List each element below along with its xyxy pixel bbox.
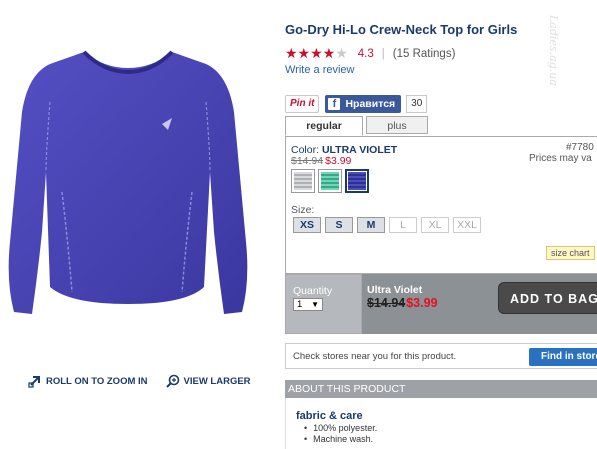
swatch-ultra-violet[interactable]: [345, 169, 369, 193]
quantity-box: Quantity 1 ▼: [285, 274, 362, 334]
prices-vary-note: Prices may va: [529, 153, 592, 164]
sku-number: #7780: [566, 142, 594, 153]
magnifier-plus-icon: [165, 374, 179, 388]
cart-price: $14.94$3.99: [367, 296, 438, 310]
cart-sale-price: $3.99: [406, 296, 438, 310]
facebook-icon: f: [328, 98, 341, 110]
product-image-area: ROLL ON TO ZOOM IN VIEW LARGER: [0, 0, 270, 388]
price-line: $14.94 $3.99: [291, 155, 351, 167]
social-buttons: Pin it f Нравится 30: [285, 95, 428, 113]
chevron-down-icon: ▼: [311, 300, 319, 309]
about-product-body: fabric & care 100% polyester. Machine wa…: [285, 398, 597, 449]
add-to-bag-button[interactable]: ADD TO BAG: [498, 282, 597, 314]
size-s[interactable]: S: [325, 217, 353, 233]
size-label: Size:: [291, 204, 315, 216]
pinterest-button[interactable]: Pin it: [285, 95, 320, 113]
fit-tabs: regular plus: [285, 116, 431, 136]
size-xs[interactable]: XS: [293, 217, 321, 233]
zoom-in-label: ROLL ON TO ZOOM IN: [46, 375, 148, 387]
rating-count[interactable]: (15 Ratings): [393, 48, 456, 60]
star-rating-icon: ★★★★★: [285, 45, 348, 61]
facebook-like-button[interactable]: f Нравится: [325, 95, 402, 113]
swatch-grey[interactable]: [291, 169, 315, 193]
selected-color-name: Ultra Violet: [367, 284, 423, 296]
tab-regular[interactable]: regular: [285, 116, 363, 136]
product-image[interactable]: [6, 42, 256, 337]
size-xxl[interactable]: XXL: [453, 217, 481, 233]
rating-summary[interactable]: ★★★★★ 4.3 | (15 Ratings): [285, 45, 455, 62]
tab-plus[interactable]: plus: [366, 116, 428, 134]
quantity-label: Quantity: [293, 285, 333, 297]
color-swatches: [291, 169, 369, 193]
add-to-cart-row: Quantity 1 ▼ Ultra Violet $14.94$3.99 ADD…: [285, 274, 597, 334]
write-review-link[interactable]: Write a review: [285, 64, 354, 76]
list-item: Machine wash.: [304, 434, 377, 445]
rating-divider: |: [381, 47, 385, 60]
fabric-care-list: 100% polyester. Machine wash.: [304, 423, 377, 445]
product-config-panel: Color: ULTRA VIOLET #7780 Prices may va …: [285, 136, 597, 274]
facebook-like-count: 30: [406, 95, 428, 113]
find-in-store-button[interactable]: Find in store: [529, 348, 597, 366]
about-product-header[interactable]: ABOUT THIS PRODUCT: [285, 380, 597, 398]
store-finder-text: Check stores near you for this product.: [293, 351, 457, 362]
sale-price: $3.99: [325, 155, 352, 167]
fabric-care-title: fabric & care: [296, 410, 363, 422]
watermark: Ladies.ag.ua: [547, 15, 560, 86]
cart-original-price: $14.94: [367, 296, 406, 310]
quantity-select[interactable]: 1 ▼: [293, 298, 323, 311]
view-larger-label: VIEW LARGER: [183, 375, 251, 387]
zoom-in-link[interactable]: ROLL ON TO ZOOM IN: [28, 374, 148, 388]
facebook-like-label: Нравится: [345, 98, 396, 110]
size-l[interactable]: L: [389, 217, 417, 233]
size-m[interactable]: M: [357, 217, 385, 233]
size-chart-link[interactable]: size chart: [546, 246, 595, 260]
original-price: $14.94: [291, 155, 324, 167]
zoom-cursor-icon: [28, 376, 40, 388]
size-options: XS S M L XL XXL: [293, 217, 481, 233]
rating-value: 4.3: [357, 47, 374, 60]
size-xl[interactable]: XL: [421, 217, 449, 233]
list-item: 100% polyester.: [304, 423, 377, 434]
cart-price-box: Ultra Violet $14.94$3.99 ADD TO BAG: [362, 274, 597, 334]
product-title: Go-Dry Hi-Lo Crew-Neck Top for Girls: [285, 22, 518, 37]
view-larger-link[interactable]: VIEW LARGER: [165, 374, 251, 388]
store-finder: Check stores near you for this product. …: [285, 343, 597, 369]
swatch-mint[interactable]: [318, 169, 342, 193]
